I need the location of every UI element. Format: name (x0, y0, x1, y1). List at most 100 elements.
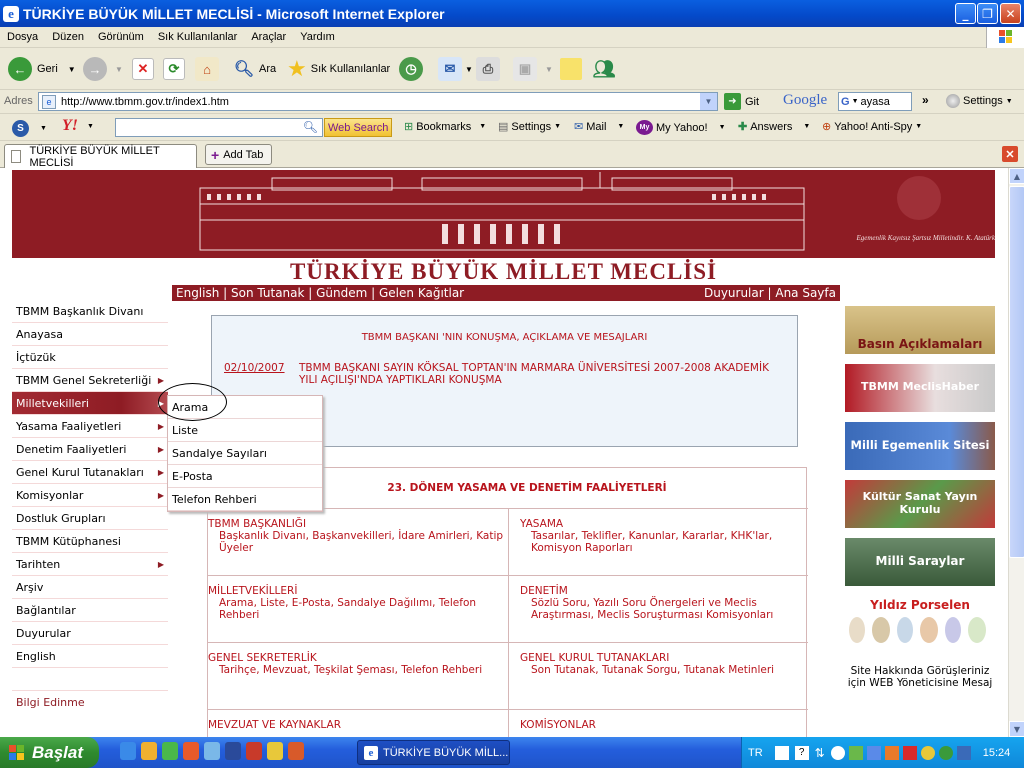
web-search-button[interactable]: Web Search (324, 118, 393, 137)
submenu-item[interactable]: Liste (168, 419, 322, 442)
scroll-up-icon[interactable]: ▲ (1009, 168, 1024, 184)
activity-title-link[interactable]: GENEL KURUL TUTANAKLARI (520, 652, 808, 664)
print-button[interactable]: ⎙ (476, 54, 500, 84)
banner-milli-saraylar[interactable]: Milli Saraylar (845, 538, 995, 586)
left-menu-item[interactable]: Bilgi Edinme (12, 691, 168, 714)
topnav-right-links[interactable]: Duyurular | Ana Sayfa (704, 286, 836, 300)
left-menu-item[interactable]: TBMM Başkanlık Divanı (12, 300, 168, 323)
help-icon[interactable]: ? (794, 745, 809, 760)
activity-description[interactable]: Başkanlık Divanı, Başkanvekilleri, İdare… (219, 530, 508, 554)
home-button[interactable]: ⌂ (195, 54, 219, 84)
yahoo-s-button[interactable]: S ▼ (12, 120, 47, 137)
add-tab-button[interactable]: + Add Tab (205, 144, 272, 165)
network-icon[interactable]: ⇅ (815, 746, 825, 760)
vertical-scrollbar[interactable]: ▲ ▼ (1008, 168, 1024, 737)
window-title-bar[interactable]: e TÜRKİYE BÜYÜK MİLLET MECLİSİ - Microso… (0, 0, 1024, 27)
left-menu-item[interactable]: Yasama Faaliyetleri ▶ (12, 415, 168, 438)
forward-button[interactable]: → ▼ (83, 54, 123, 84)
close-tab-icon[interactable]: ✕ (1002, 146, 1018, 162)
yahoo-search-input[interactable]: 🔍︎ (115, 118, 323, 137)
excel-quicklaunch-icon[interactable] (288, 742, 304, 760)
news-text-link[interactable]: TBMM BAŞKANI SAYIN KÖKSAL TOPTAN'IN MARM… (299, 362, 769, 386)
back-button[interactable]: ← Geri ▼ (8, 54, 76, 84)
menu-dosya[interactable]: Dosya (0, 31, 45, 43)
stop-button[interactable]: ✕ (132, 54, 154, 84)
favorites-button[interactable]: ★ Sık Kullanılanlar (287, 54, 390, 84)
bookmarks-button[interactable]: ⊞ Bookmarks ▼ (404, 120, 486, 134)
maximize-button[interactable]: ❐ (977, 3, 998, 24)
activity-description[interactable]: Tarihçe, Mevzuat, Teşkilat Şeması, Telef… (219, 664, 508, 676)
search-button[interactable]: 🔍︎ Ara (232, 54, 276, 84)
activity-description[interactable]: Sözlü Soru, Yazılı Soru Önergeleri ve Me… (531, 597, 808, 621)
refresh-button[interactable]: ⟳ (163, 54, 185, 84)
tray-app-icon[interactable] (830, 745, 845, 760)
banner-basin-aciklamalari[interactable]: Basın Açıklamaları (845, 306, 995, 354)
forward-dropdown-icon[interactable]: ▼ (115, 65, 123, 74)
discuss-button[interactable] (560, 54, 582, 84)
submenu-item[interactable]: Sandalye Sayıları (168, 442, 322, 465)
banner-milli-egemenlik[interactable]: Milli Egemenlik Sitesi (845, 422, 995, 470)
left-menu-item[interactable]: Komisyonlar ▶ (12, 484, 168, 507)
ie-quicklaunch-icon[interactable] (120, 742, 136, 760)
app-quicklaunch-icon[interactable] (246, 742, 262, 760)
taskbar-ie-window[interactable]: e TÜRKİYE BÜYÜK MİLL... (357, 740, 510, 765)
start-button[interactable]: Başlat (0, 737, 99, 768)
history-button[interactable]: ◷ (399, 54, 423, 84)
minimize-button[interactable]: _ (955, 3, 976, 24)
banner-kultur-sanat[interactable]: Kültür Sanat Yayın Kurulu (845, 480, 995, 528)
submenu-item[interactable]: Telefon Rehberi (168, 488, 322, 511)
activity-description[interactable]: Tasarılar, Teklifler, Kanunlar, Kararlar… (531, 530, 808, 554)
anti-spy-link[interactable]: ⊕ Yahoo! Anti-Spy ▼ (822, 120, 922, 134)
activity-title-link[interactable]: TBMM BAŞKANLIĞI (208, 518, 508, 530)
address-dropdown-icon[interactable]: ▼ (700, 93, 717, 110)
activity-title-link[interactable]: GENEL SEKRETERLİK (208, 652, 508, 664)
left-menu-item[interactable]: English (12, 645, 168, 668)
app-quicklaunch-icon[interactable] (204, 742, 220, 760)
banner-meclis-haber[interactable]: TBMM MeclisHaber (845, 364, 995, 412)
left-menu-item[interactable]: İçtüzük (12, 346, 168, 369)
google-g-dropdown-icon[interactable]: ▼ (852, 98, 859, 105)
news-date-link[interactable]: 02/10/2007 (224, 362, 285, 374)
tray-app-icon[interactable] (884, 745, 899, 760)
menu-gorunum[interactable]: Görünüm (91, 31, 151, 43)
topnav-left-links[interactable]: English | Son Tutanak | Gündem | Gelen K… (176, 286, 464, 300)
activity-title-link[interactable]: KOMİSYONLAR (520, 719, 808, 731)
tray-app-icon[interactable] (938, 745, 953, 760)
menu-duzen[interactable]: Düzen (45, 31, 91, 43)
yahoo-logo-button[interactable]: Y! ▼ (62, 117, 94, 135)
left-menu-item[interactable]: Denetim Faaliyetleri ▶ (12, 438, 168, 461)
tab-current[interactable]: TÜRKİYE BÜYÜK MİLLET MECLİSİ (4, 144, 197, 169)
messenger-button[interactable]: 👥︎ (592, 54, 616, 84)
left-menu-item[interactable]: Tarihten ▶ (12, 553, 168, 576)
scroll-thumb[interactable] (1009, 186, 1024, 558)
edit-dropdown-icon[interactable]: ▼ (545, 65, 553, 74)
my-yahoo-link[interactable]: My My Yahoo! ▼ (636, 120, 726, 135)
left-menu-item[interactable]: Bağlantılar (12, 599, 168, 622)
left-menu-item[interactable]: Duyurular (12, 622, 168, 645)
word-quicklaunch-icon[interactable] (225, 742, 241, 760)
activity-title-link[interactable]: DENETİM (520, 585, 808, 597)
chevron-more-icon[interactable]: » (922, 93, 929, 107)
activity-title-link[interactable]: YASAMA (520, 518, 808, 530)
app-quicklaunch-icon[interactable] (183, 742, 199, 760)
tray-app-icon[interactable] (956, 745, 971, 760)
menu-favorites[interactable]: Sık Kullanılanlar (151, 31, 245, 43)
back-dropdown-icon[interactable]: ▼ (68, 65, 76, 74)
banner-yildiz-porselen[interactable]: Yıldız Porselen (845, 596, 995, 644)
tray-app-icon[interactable] (920, 745, 935, 760)
tray-app-icon[interactable] (866, 745, 881, 760)
google-search-input[interactable]: G ▼ ayasa (838, 92, 912, 111)
app-quicklaunch-icon[interactable] (267, 742, 283, 760)
left-menu-item[interactable]: TBMM Genel Sekreterliği ▶ (12, 369, 168, 392)
left-menu-item[interactable]: Genel Kurul Tutanakları ▶ (12, 461, 168, 484)
left-menu-item[interactable]: Anayasa (12, 323, 168, 346)
keyboard-icon[interactable] (774, 745, 789, 760)
submenu-item[interactable]: E-Posta (168, 465, 322, 488)
yahoo-settings-button[interactable]: ▤ Settings ▼ (498, 120, 561, 134)
mail-button[interactable]: ✉ ▼ (438, 54, 473, 84)
edit-button[interactable]: ▣ ▼ (513, 54, 553, 84)
scroll-down-icon[interactable]: ▼ (1009, 721, 1024, 737)
app-quicklaunch-icon[interactable] (141, 742, 157, 760)
left-menu-item[interactable]: Dostluk Grupları (12, 507, 168, 530)
activity-description[interactable]: Arama, Liste, E-Posta, Sandalye Dağılımı… (219, 597, 508, 621)
